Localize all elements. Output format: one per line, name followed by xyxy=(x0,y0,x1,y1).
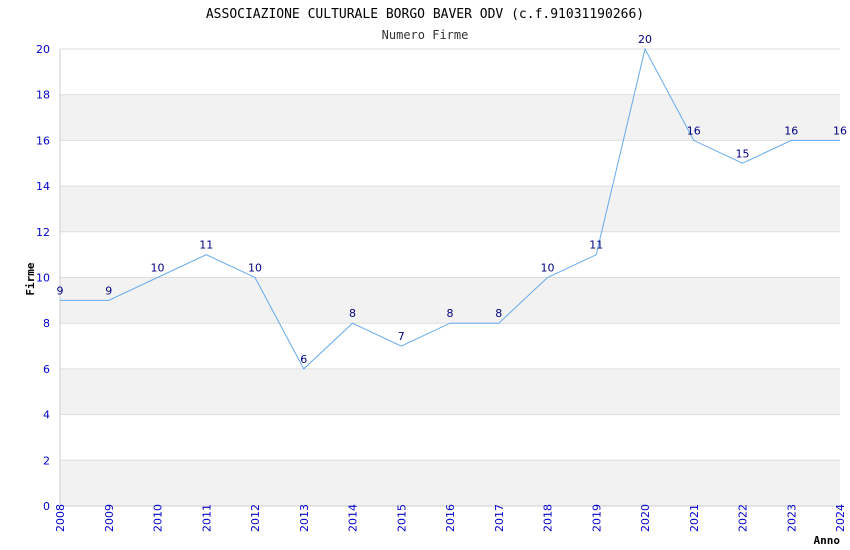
y-tick-labels: 0 2 4 6 8 10 12 14 16 18 20 xyxy=(36,43,50,513)
x-tick-label: 2015 xyxy=(395,504,408,532)
background-bands xyxy=(60,94,840,506)
y-tick-label: 0 xyxy=(43,500,50,513)
data-label: 9 xyxy=(105,284,112,297)
x-tick-labels: 2008 2009 2010 2011 2012 2013 2014 2015 2016 2017… xyxy=(54,504,847,532)
data-label: 6 xyxy=(300,353,307,366)
y-axis-title: Firme xyxy=(24,262,37,295)
data-label: 7 xyxy=(398,330,405,343)
x-tick-label: 2014 xyxy=(347,504,360,532)
background-band xyxy=(60,368,840,415)
data-label: 20 xyxy=(638,33,652,46)
data-label: 11 xyxy=(199,239,213,252)
x-tick-label: 2010 xyxy=(152,504,165,532)
data-label: 8 xyxy=(447,307,454,320)
y-tick-label: 20 xyxy=(36,43,50,56)
chart-title: ASSOCIAZIONE CULTURALE BORGO BAVER ODV (… xyxy=(206,7,644,22)
y-tick-label: 4 xyxy=(43,409,50,422)
y-tick-label: 8 xyxy=(43,317,50,330)
x-tick-label: 2023 xyxy=(785,504,798,532)
data-label: 10 xyxy=(248,262,262,275)
x-tick-label: 2021 xyxy=(688,504,701,532)
data-label: 16 xyxy=(833,124,847,137)
chart-subtitle: Numero Firme xyxy=(382,28,469,42)
data-label: 16 xyxy=(687,124,701,137)
y-tick-label: 14 xyxy=(36,180,50,193)
y-tick-label: 12 xyxy=(36,226,50,239)
data-label: 8 xyxy=(349,307,356,320)
data-label: 10 xyxy=(541,262,555,275)
x-tick-label: 2013 xyxy=(298,504,311,532)
x-axis-title: Anno xyxy=(814,534,841,547)
data-label: 16 xyxy=(784,124,798,137)
background-band xyxy=(60,94,840,141)
y-tick-label: 2 xyxy=(43,454,50,467)
x-tick-label: 2022 xyxy=(737,504,750,532)
y-tick-label: 10 xyxy=(36,272,50,285)
data-label: 8 xyxy=(495,307,502,320)
y-tick-label: 6 xyxy=(43,363,50,376)
data-label: 10 xyxy=(151,262,165,275)
x-tick-label: 2012 xyxy=(249,504,262,532)
x-tick-label: 2008 xyxy=(54,504,67,532)
y-tick-label: 16 xyxy=(36,134,50,147)
x-tick-label: 2020 xyxy=(639,504,652,532)
x-tick-label: 2009 xyxy=(103,504,116,532)
x-tick-label: 2016 xyxy=(444,504,457,532)
background-band xyxy=(60,460,840,506)
y-tick-label: 18 xyxy=(36,89,50,102)
x-tick-label: 2024 xyxy=(834,504,847,532)
x-tick-label: 2011 xyxy=(200,504,213,532)
line-chart: 02468101214161820 2008 2009 2010 2011 2012 20… xyxy=(24,7,847,547)
background-band xyxy=(60,186,840,232)
x-tick-label: 2017 xyxy=(493,504,506,532)
data-label: 11 xyxy=(589,239,603,252)
x-tick-label: 2018 xyxy=(542,504,555,532)
data-label: 15 xyxy=(736,147,750,160)
data-label: 9 xyxy=(57,284,64,297)
x-tick-label: 2019 xyxy=(590,504,603,532)
